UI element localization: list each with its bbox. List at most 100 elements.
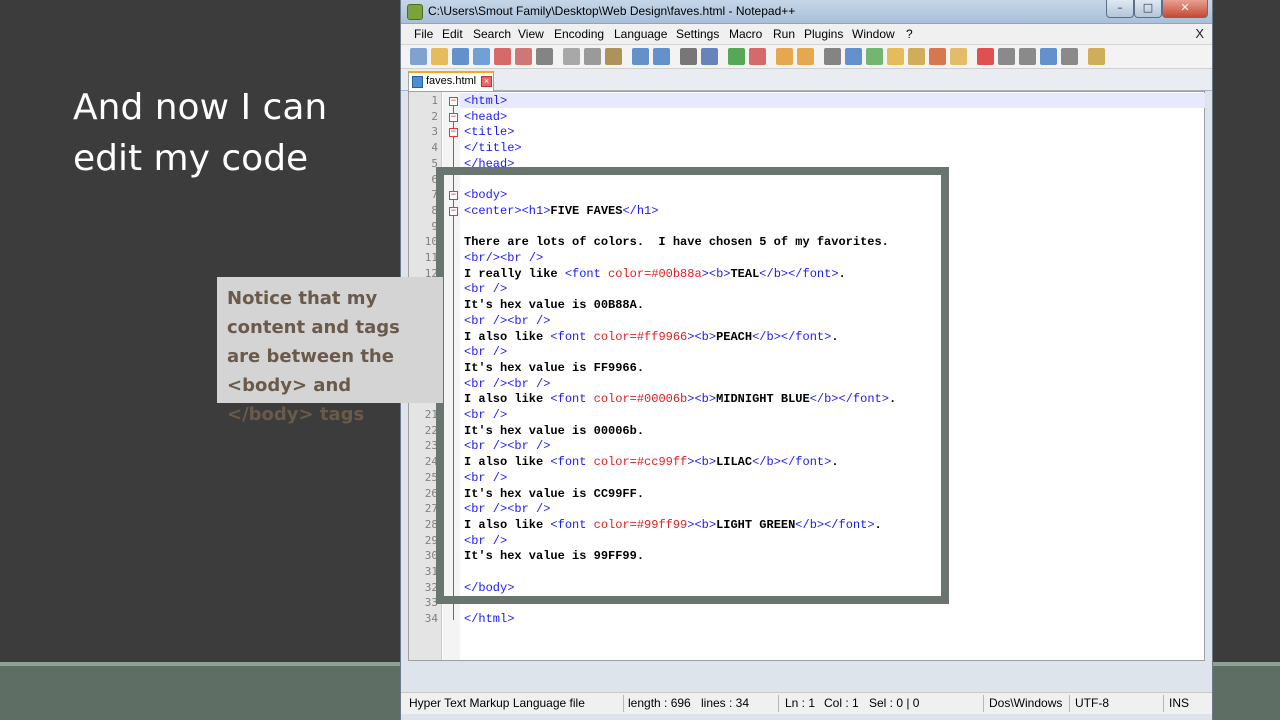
tab-label: faves.html [426, 75, 477, 87]
save-macro-icon[interactable] [1061, 48, 1078, 65]
status-ln: Ln : 1 [785, 696, 816, 710]
maximize-button[interactable]: □ [1134, 0, 1162, 18]
tab-bar: faves.html × [401, 69, 1212, 91]
zoom-in-icon[interactable] [728, 48, 745, 65]
callout-text: Notice that my content and tags are betw… [227, 288, 400, 425]
undo-icon[interactable] [632, 48, 649, 65]
line-number: 25 [424, 470, 438, 484]
notepad-app-icon [407, 4, 423, 20]
stop-record-icon[interactable] [998, 48, 1015, 65]
menu-view[interactable]: View [518, 27, 544, 41]
line-number: 9 [431, 219, 438, 233]
launch-icon[interactable] [1088, 48, 1105, 65]
user-lang-icon[interactable] [887, 48, 904, 65]
code-line[interactable]: <html> [464, 94, 507, 108]
menu-search[interactable]: Search [473, 27, 511, 41]
code-line[interactable]: </title> [464, 141, 522, 155]
menu-edit[interactable]: Edit [442, 27, 463, 41]
window-title: C:\Users\Smout Family\Desktop\Web Design… [428, 4, 796, 18]
tab-close-icon[interactable]: × [481, 76, 492, 87]
status-separator [623, 695, 624, 712]
status-encoding[interactable]: UTF-8 [1075, 696, 1109, 710]
menu-settings[interactable]: Settings [676, 27, 719, 41]
line-number: 5 [431, 156, 438, 170]
status-separator [1163, 695, 1164, 712]
menu-help[interactable]: ? [906, 27, 913, 41]
tab-faves-html[interactable]: faves.html × [408, 71, 494, 91]
menu-encoding[interactable]: Encoding [554, 27, 604, 41]
callout-note: Notice that my content and tags are betw… [217, 277, 443, 425]
line-number: 24 [424, 455, 438, 469]
close-window-button[interactable]: ✕ [1162, 0, 1208, 18]
fold-toggle-icon[interactable]: − [449, 128, 458, 138]
status-length: length : 696 [628, 696, 691, 710]
zoom-out-icon[interactable] [749, 48, 766, 65]
close-icon[interactable] [494, 48, 511, 65]
print-icon[interactable] [536, 48, 553, 65]
copy-icon[interactable] [584, 48, 601, 65]
menu-language[interactable]: Language [614, 27, 667, 41]
sync-v-icon[interactable] [776, 48, 793, 65]
paste-icon[interactable] [605, 48, 622, 65]
status-separator [778, 695, 779, 712]
line-number: 6 [431, 172, 438, 186]
status-file-type: Hyper Text Markup Language file [409, 696, 585, 710]
toolbar [401, 45, 1212, 69]
status-ins-mode[interactable]: INS [1169, 696, 1189, 710]
sync-h-icon[interactable] [797, 48, 814, 65]
line-number: 32 [424, 580, 438, 594]
menu-run[interactable]: Run [773, 27, 795, 41]
line-number: 34 [424, 612, 438, 626]
line-number: 29 [424, 533, 438, 547]
word-wrap-icon[interactable] [824, 48, 841, 65]
line-number: 30 [424, 549, 438, 563]
line-number: 33 [424, 596, 438, 610]
open-file-icon[interactable] [431, 48, 448, 65]
indent-guide-icon[interactable] [866, 48, 883, 65]
line-number: 28 [424, 517, 438, 531]
highlight-frame [436, 167, 949, 604]
run-macro-multiple-icon[interactable] [1040, 48, 1057, 65]
code-line[interactable]: <head> [464, 110, 507, 124]
status-eol[interactable]: Dos\Windows [989, 696, 1062, 710]
line-number: 23 [424, 439, 438, 453]
status-sel: Sel : 0 | 0 [869, 696, 920, 710]
code-line[interactable]: <title> [464, 125, 514, 139]
save-icon[interactable] [452, 48, 469, 65]
find-icon[interactable] [680, 48, 697, 65]
menu-window[interactable]: Window [852, 27, 895, 41]
line-number: 7 [431, 188, 438, 202]
show-all-chars-icon[interactable] [845, 48, 862, 65]
line-number: 4 [431, 141, 438, 155]
fold-toggle-icon[interactable]: − [449, 97, 458, 106]
window-titlebar[interactable]: C:\Users\Smout Family\Desktop\Web Design… [401, 0, 1212, 24]
close-document-x[interactable]: X [1195, 26, 1204, 41]
function-list-icon[interactable] [929, 48, 946, 65]
minimize-button[interactable]: – [1106, 0, 1134, 18]
menu-file[interactable]: File [414, 27, 433, 41]
slide-title: And now I can edit my code [73, 87, 328, 179]
new-file-icon[interactable] [410, 48, 427, 65]
save-all-icon[interactable] [473, 48, 490, 65]
status-separator [983, 695, 984, 712]
line-number: 2 [431, 109, 438, 123]
line-number: 10 [424, 235, 438, 249]
menu-plugins[interactable]: Plugins [804, 27, 843, 41]
status-separator [1069, 695, 1070, 712]
line-number: 31 [424, 565, 438, 578]
code-line[interactable]: </html> [464, 612, 514, 626]
redo-icon[interactable] [653, 48, 670, 65]
close-all-icon[interactable] [515, 48, 532, 65]
line-number: 3 [431, 125, 438, 139]
line-number: 27 [424, 502, 438, 516]
replace-icon[interactable] [701, 48, 718, 65]
fold-toggle-icon[interactable]: − [449, 112, 458, 122]
record-macro-icon[interactable] [977, 48, 994, 65]
line-number: 11 [424, 251, 438, 264]
menu-macro[interactable]: Macro [729, 27, 762, 41]
cut-icon[interactable] [563, 48, 580, 65]
play-macro-icon[interactable] [1019, 48, 1036, 65]
folder-workspace-icon[interactable] [950, 48, 967, 65]
status-col: Col : 1 [824, 696, 859, 710]
doc-map-icon[interactable] [908, 48, 925, 65]
